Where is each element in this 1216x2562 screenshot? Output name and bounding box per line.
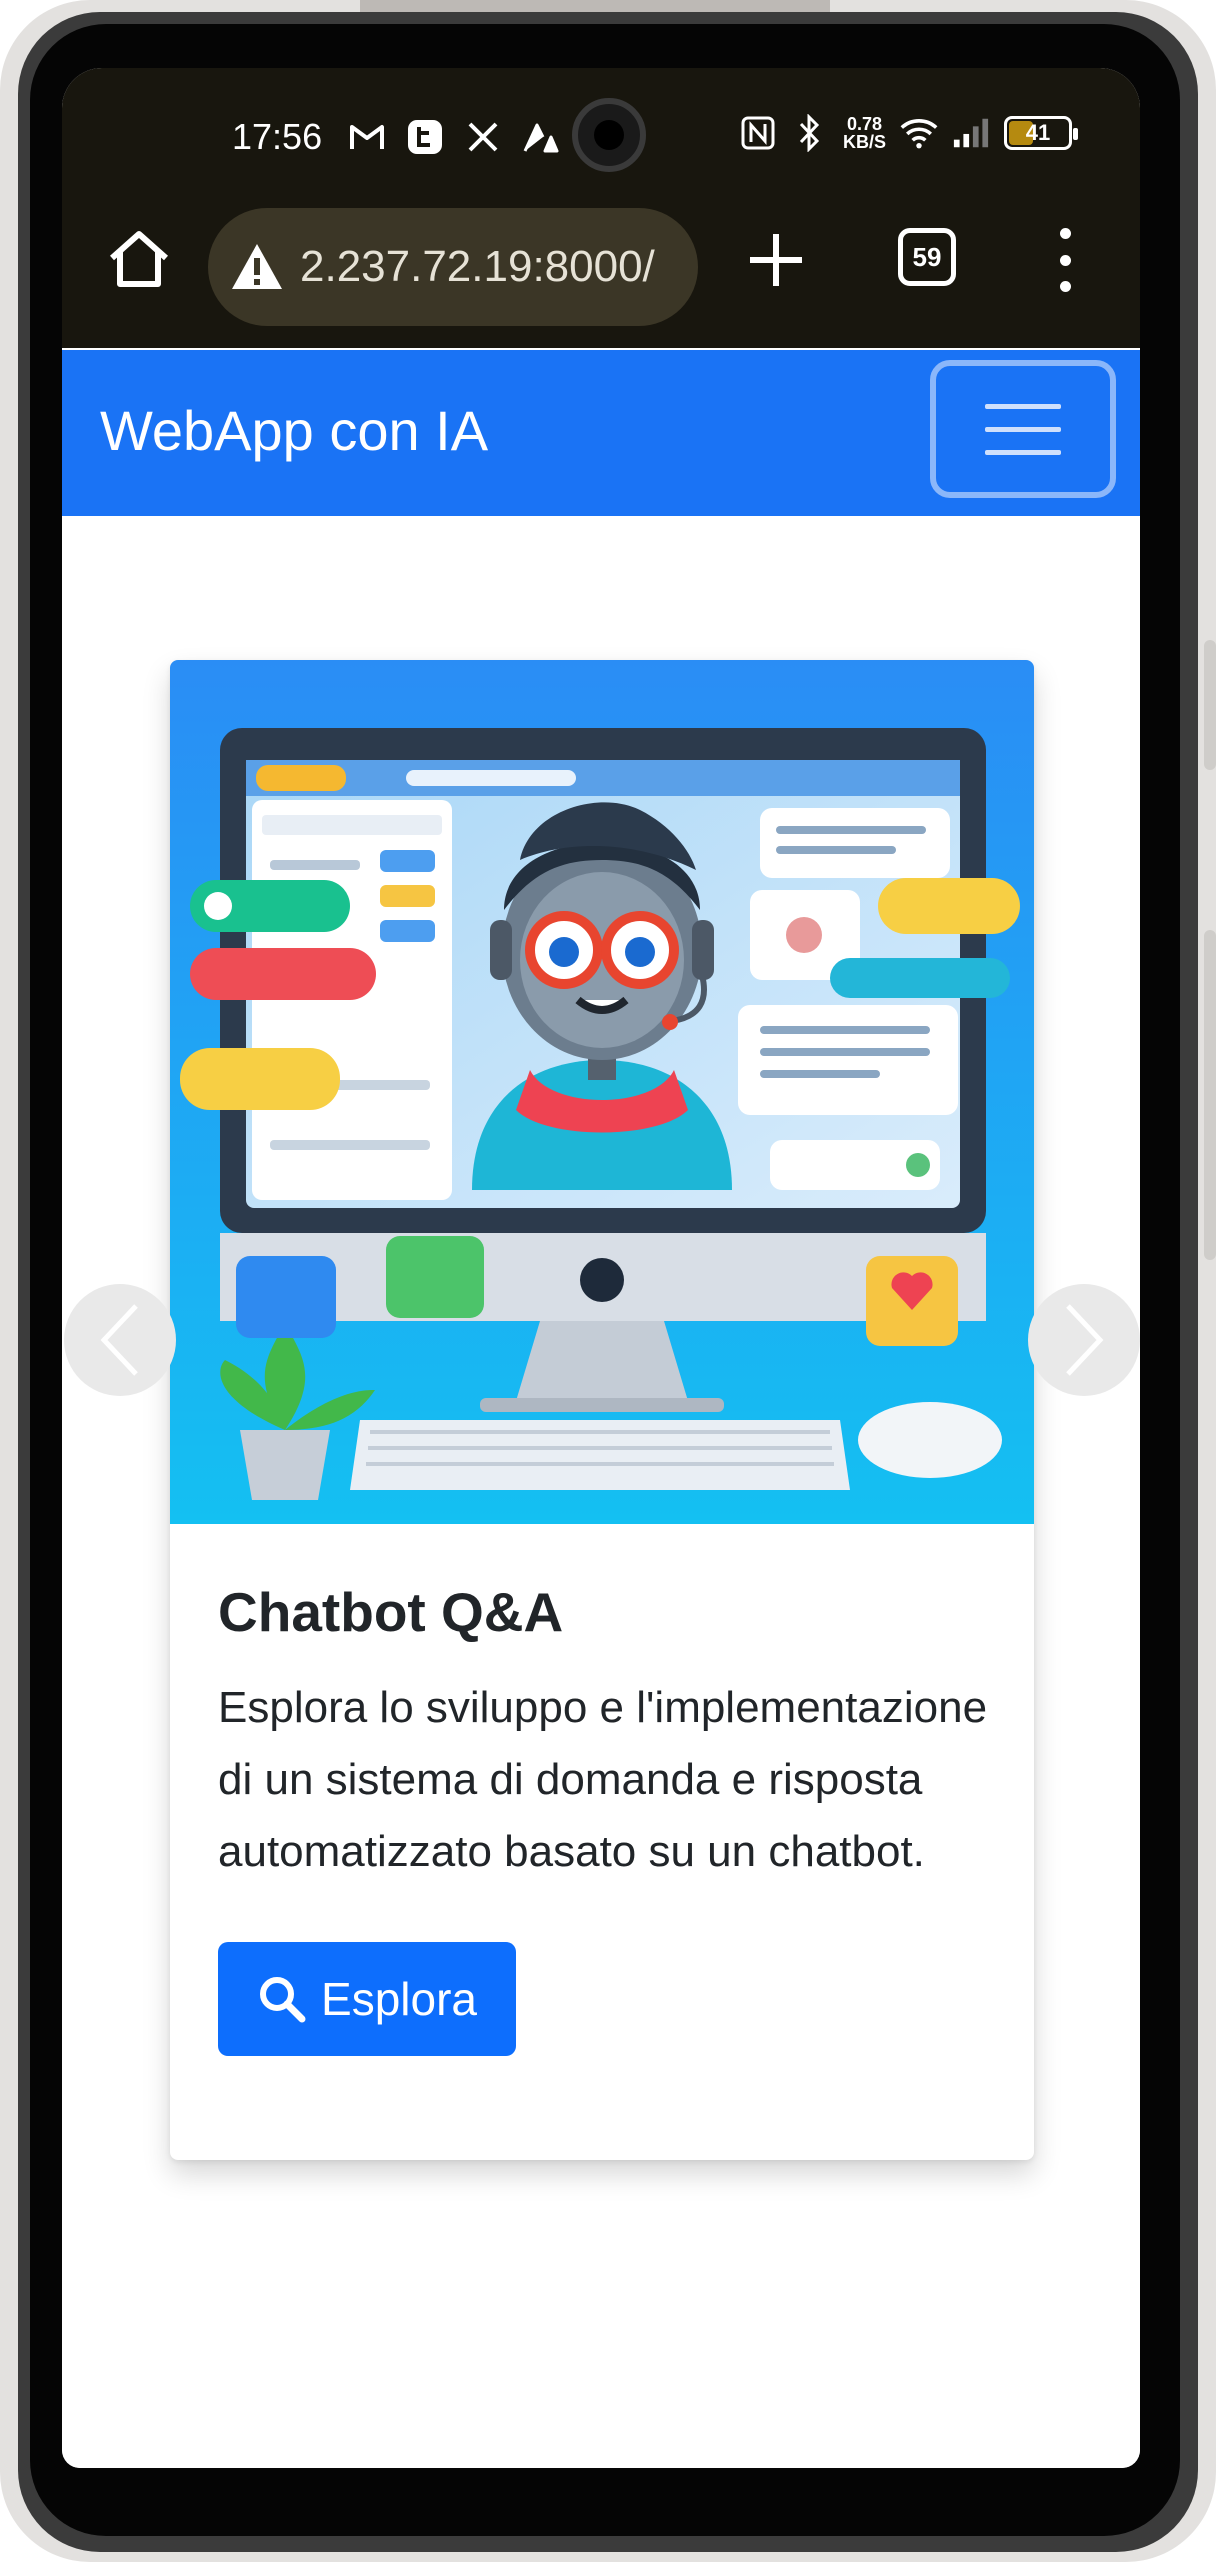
app-a-icon (522, 118, 560, 156)
network-speed: 0.78 KB/S (843, 115, 886, 151)
chatbot-illustration-image (170, 660, 1034, 1524)
card-text: Esplora lo sviluppo e l'implementazione … (218, 1683, 988, 1876)
app-notification-icon (406, 118, 444, 156)
menu-dot-icon (1059, 228, 1071, 239)
navbar-toggler-button[interactable] (930, 360, 1116, 498)
notification-icons (348, 118, 560, 156)
bluetooth-icon (791, 114, 829, 152)
url-text: 2.237.72.19:8000/ (300, 242, 655, 291)
hamburger-line-icon (985, 426, 1061, 432)
wifi-icon (900, 114, 938, 152)
signal-icon (952, 114, 990, 152)
status-bar: 17:56 0.78 KB/S 41 (62, 68, 1140, 198)
card-body: Chatbot Q&A Esplora lo sviluppo e l'impl… (218, 1540, 998, 2056)
navbar-brand[interactable]: WebApp con IA (100, 398, 488, 463)
power-button (1204, 930, 1216, 1260)
system-status-icons: 0.78 KB/S 41 (739, 114, 1078, 152)
menu-dot-icon (1059, 281, 1071, 292)
tab-switcher-button[interactable]: 59 (898, 228, 956, 286)
gmail-icon (348, 118, 386, 156)
chevron-left-icon (100, 1304, 138, 1376)
network-speed-value: 0.78 (846, 114, 883, 134)
browser-chrome: 17:56 0.78 KB/S 41 2.237.72.19:8000/ 59 (62, 68, 1140, 348)
carousel-card: Chatbot Q&A Esplora lo sviluppo e l'impl… (170, 660, 1034, 2160)
browser-toolbar: 2.237.72.19:8000/ 59 (62, 198, 1140, 346)
not-secure-warning-icon[interactable] (230, 242, 284, 292)
battery-percent: 41 (1025, 120, 1051, 145)
front-camera (572, 98, 646, 172)
status-time: 17:56 (232, 116, 323, 157)
carousel-next-button[interactable] (1028, 1284, 1140, 1396)
plus-icon (750, 234, 802, 286)
x-icon (464, 118, 502, 156)
address-bar[interactable]: 2.237.72.19:8000/ (208, 208, 698, 326)
carousel: Chatbot Q&A Esplora lo sviluppo e l'impl… (62, 516, 1140, 2468)
card-title: Chatbot Q&A (218, 1581, 564, 1643)
carousel-prev-button[interactable] (64, 1284, 176, 1396)
hamburger-line-icon (985, 449, 1061, 455)
explore-button[interactable]: Esplora (218, 1942, 516, 2056)
home-button[interactable] (104, 224, 174, 294)
search-icon (260, 1977, 306, 2023)
home-icon (110, 231, 168, 287)
battery-indicator: 41 (1004, 116, 1078, 150)
explore-button-label: Esplora (321, 1973, 477, 2025)
nfc-icon (739, 114, 777, 152)
new-tab-button[interactable] (746, 230, 806, 290)
phone-screen: 17:56 0.78 KB/S 41 2.237.72.19:8000/ 59 … (62, 68, 1140, 2468)
hamburger-line-icon (985, 403, 1061, 409)
chevron-right-icon (1066, 1304, 1104, 1376)
site-navbar: WebApp con IA (62, 350, 1140, 516)
browser-menu-button[interactable] (1050, 228, 1080, 292)
menu-dot-icon (1059, 254, 1071, 266)
network-speed-unit: KB/S (842, 132, 886, 152)
volume-button (1204, 640, 1216, 770)
